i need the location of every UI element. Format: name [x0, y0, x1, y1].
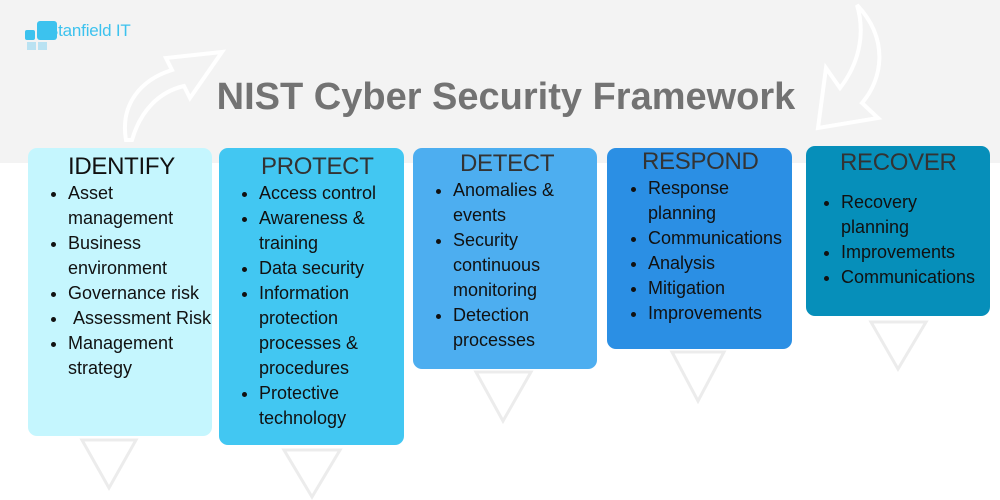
- function-heading: PROTECT: [261, 153, 374, 180]
- list-item: Security continuous monitoring: [453, 228, 597, 303]
- function-box-identify: IDENTIFY Asset management Business envir…: [28, 148, 212, 436]
- function-item-list: Access control Awareness & training Data…: [219, 181, 404, 431]
- function-item-list: Recovery planning Improvements Communica…: [806, 190, 990, 290]
- page-title: NIST Cyber Security Framework: [216, 76, 796, 118]
- list-item: Information protection processes & proce…: [259, 281, 404, 381]
- function-box-protect: PROTECT Access control Awareness & train…: [219, 148, 404, 445]
- list-item: Recovery planning: [841, 190, 990, 240]
- function-heading: RESPOND: [642, 148, 759, 175]
- logo-mark: [25, 30, 35, 40]
- list-item: Response planning: [648, 176, 792, 226]
- list-item: Detection processes: [453, 303, 597, 353]
- function-item-list: Response planning Communications Analysi…: [607, 176, 792, 326]
- function-item-list: Asset management Business environment Go…: [28, 181, 212, 381]
- list-item: Protective technology: [259, 381, 404, 431]
- function-heading: RECOVER: [840, 149, 957, 176]
- logo-mark-square: [27, 42, 36, 50]
- logo-text: Stanfield IT: [47, 21, 131, 40]
- function-item-list: Anomalies & events Security continuous m…: [413, 178, 597, 353]
- list-item: Business environment: [68, 231, 212, 281]
- function-box-recover: RECOVER Recovery planning Improvements C…: [806, 146, 990, 316]
- list-item: Communications: [648, 226, 792, 251]
- list-item: Governance risk: [68, 281, 212, 306]
- list-item: Improvements: [841, 240, 990, 265]
- list-item: Assessment Risk: [68, 306, 212, 331]
- list-item: Anomalies & events: [453, 178, 597, 228]
- list-item: Access control: [259, 181, 404, 206]
- list-item: Improvements: [648, 301, 792, 326]
- list-item: Communications: [841, 265, 990, 290]
- logo-mark-square: [38, 42, 47, 50]
- list-item: Data security: [259, 256, 404, 281]
- function-box-detect: DETECT Anomalies & events Security conti…: [413, 148, 597, 369]
- list-item: Analysis: [648, 251, 792, 276]
- list-item: Asset management: [68, 181, 212, 231]
- function-heading: DETECT: [460, 150, 555, 177]
- function-heading: IDENTIFY: [68, 153, 175, 180]
- list-item: Mitigation: [648, 276, 792, 301]
- list-item: Management strategy: [68, 331, 212, 381]
- list-item: Awareness & training: [259, 206, 404, 256]
- function-box-respond: RESPOND Response planning Communications…: [607, 148, 792, 349]
